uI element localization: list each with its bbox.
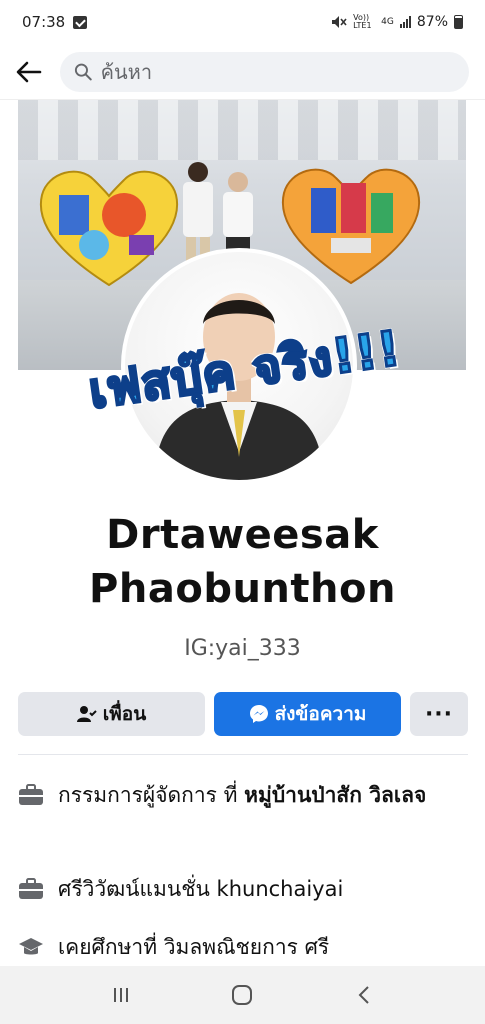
detail-education-text: เคยศึกษาที่ วิมลพณิชยการ ศรี [58, 935, 330, 959]
ig-handle: IG:yai_333 [184, 636, 301, 661]
home-icon [232, 985, 253, 1005]
friends-label: เพื่อน [102, 703, 147, 725]
network-type: 4G [381, 17, 394, 27]
message-button[interactable]: ส่งข้อความ [214, 692, 401, 736]
mute-icon [332, 16, 347, 28]
message-icon [73, 15, 88, 29]
arrow-left-icon [16, 61, 42, 82]
detail-work-1-prefix: กรรมการผู้จัดการ ที่ [58, 783, 245, 807]
nav-back-button[interactable] [344, 975, 384, 1015]
more-button[interactable]: ··· [410, 692, 468, 736]
profile-page: 07:38 Vo)) LTE1 4G 87% ค้นหา เฟสบุ๊ค จริ… [0, 0, 485, 1024]
back-icon [358, 986, 369, 1004]
name-line-1: Drtaweesak [106, 512, 379, 558]
signal-icon [399, 16, 411, 28]
overlay-text: เฟสบุ๊ค จริง!!! [84, 319, 406, 421]
name-line-2: Phaobunthon [89, 566, 396, 612]
search-box[interactable] [60, 51, 469, 92]
battery-icon [454, 15, 463, 29]
search-input[interactable] [100, 59, 455, 84]
detail-work-2-text: ศรีวิวัฒน์แมนชั่น khunchaiyai [58, 877, 344, 901]
graduation-cap-icon [19, 938, 43, 955]
more-label: ··· [424, 701, 454, 727]
cover-ceiling [18, 100, 466, 160]
status-left: 07:38 [22, 13, 88, 31]
top-bar [0, 44, 485, 100]
profile-name: Drtaweesak Phaobunthon [0, 508, 485, 616]
status-bar: 07:38 Vo)) LTE1 4G 87% [0, 0, 485, 44]
divider [18, 754, 468, 755]
messenger-icon [249, 705, 268, 723]
network-label: Vo)) LTE1 [353, 13, 372, 30]
status-time: 07:38 [22, 13, 66, 31]
recent-apps-button[interactable] [101, 975, 141, 1015]
detail-education: เคยศึกษาที่ วิมลพณิชยการ ศรี [18, 930, 468, 964]
briefcase-icon [19, 784, 43, 805]
system-nav-bar [0, 966, 485, 1024]
briefcase-icon [19, 878, 43, 899]
friends-button[interactable]: เพื่อน [18, 692, 205, 736]
detail-work-2: ศรีวิวัฒน์แมนชั่น khunchaiyai [18, 872, 468, 906]
search-icon [74, 63, 92, 80]
detail-work-1-text: กรรมการผู้จัดการ ที่ หมู่บ้านป่าสัก วิลเ… [58, 778, 426, 812]
friends-icon [76, 706, 97, 722]
action-buttons: เพื่อน ส่งข้อความ ··· [18, 692, 468, 736]
battery-percent: 87% [416, 14, 448, 30]
status-right: Vo)) LTE1 4G 87% [331, 14, 463, 30]
heart-sculpture-left [40, 170, 178, 287]
recent-apps-icon [113, 988, 128, 1002]
detail-work-1: กรรมการผู้จัดการ ที่ หมู่บ้านป่าสัก วิลเ… [18, 778, 468, 812]
message-label: ส่งข้อความ [274, 703, 367, 725]
detail-work-1-place[interactable]: หมู่บ้านป่าสัก วิลเลจ [244, 783, 426, 807]
home-button[interactable] [222, 975, 262, 1015]
back-button[interactable] [12, 55, 46, 89]
